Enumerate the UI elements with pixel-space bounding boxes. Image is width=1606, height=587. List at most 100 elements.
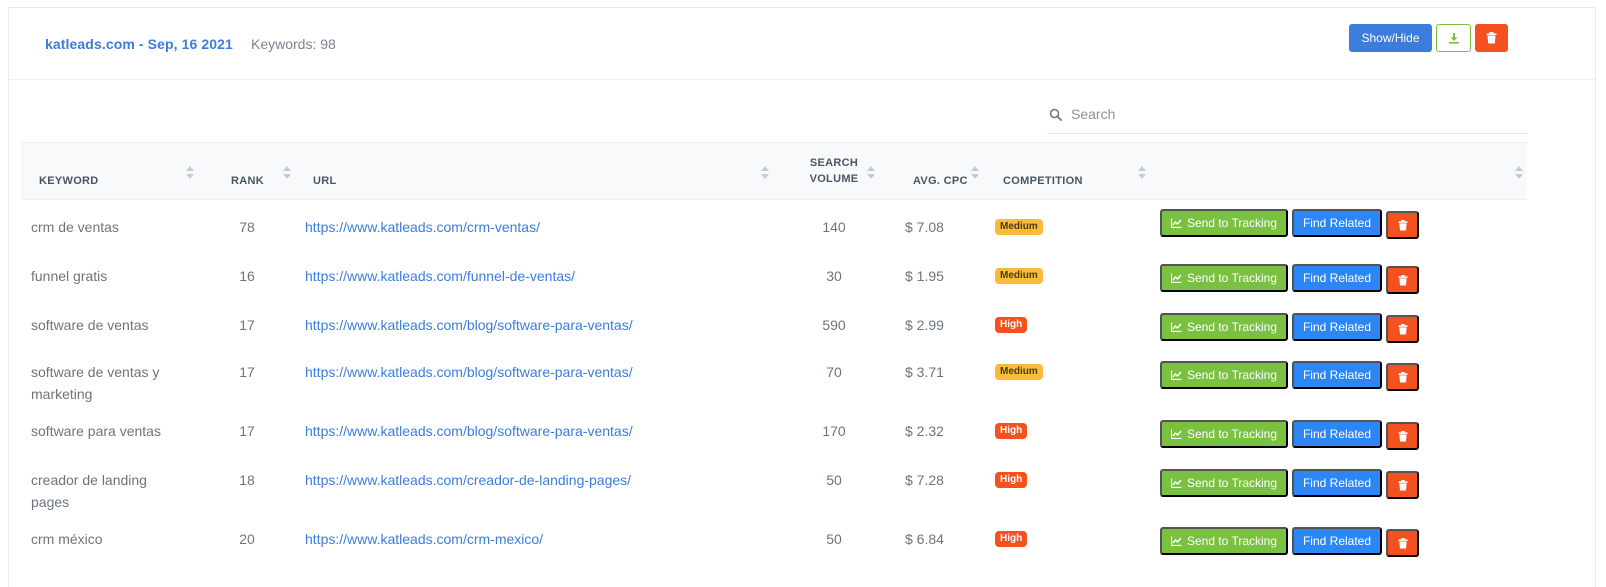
cpc-cell: $ 2.32 bbox=[905, 423, 944, 439]
download-icon bbox=[1448, 33, 1459, 44]
send-to-tracking-label: Send to Tracking bbox=[1186, 320, 1278, 334]
keyword-report-card: katleads.com - Sep, 16 2021 Keywords: 98… bbox=[8, 7, 1596, 587]
keyword-cell: crm méxico bbox=[31, 531, 103, 547]
cpc-cell: $ 7.28 bbox=[905, 472, 944, 488]
volume-cell: 170 bbox=[822, 423, 846, 439]
keyword-cell: software de ventas bbox=[31, 317, 149, 333]
sort-icon[interactable] bbox=[761, 166, 769, 180]
competition-badge: High bbox=[995, 317, 1028, 333]
chart-line-icon bbox=[1170, 478, 1182, 488]
sort-icon[interactable] bbox=[971, 166, 979, 180]
column-competition[interactable]: COMPETITION bbox=[1003, 173, 1083, 189]
column-search-volume-line2: VOLUME bbox=[809, 173, 859, 185]
send-to-tracking-button[interactable]: Send to Tracking bbox=[1160, 313, 1288, 341]
chart-line-icon bbox=[1170, 218, 1182, 228]
cpc-cell: $ 1.95 bbox=[905, 268, 944, 284]
column-keyword[interactable]: KEYWORD bbox=[39, 173, 99, 189]
find-related-button[interactable]: Find Related bbox=[1292, 361, 1382, 389]
competition-badge: Medium bbox=[995, 364, 1043, 380]
sort-icon[interactable] bbox=[283, 166, 291, 180]
volume-cell: 70 bbox=[826, 364, 842, 380]
rank-cell: 18 bbox=[239, 472, 255, 488]
trash-icon bbox=[1397, 430, 1408, 441]
competition-badge: High bbox=[995, 531, 1028, 547]
cpc-cell: $ 2.99 bbox=[905, 317, 944, 333]
rank-cell: 78 bbox=[239, 219, 255, 235]
url-link[interactable]: https://www.katleads.com/funnel-de-venta… bbox=[305, 265, 575, 287]
download-button[interactable] bbox=[1436, 24, 1471, 52]
volume-cell: 50 bbox=[826, 531, 842, 547]
chart-line-icon bbox=[1170, 273, 1182, 283]
url-link[interactable]: https://www.katleads.com/blog/software-p… bbox=[305, 420, 633, 442]
send-to-tracking-button[interactable]: Send to Tracking bbox=[1160, 361, 1288, 389]
trash-icon bbox=[1397, 323, 1408, 334]
trash-icon bbox=[1397, 537, 1408, 548]
find-related-button[interactable]: Find Related bbox=[1292, 527, 1382, 555]
volume-cell: 50 bbox=[826, 472, 842, 488]
trash-icon bbox=[1397, 274, 1408, 285]
competition-badge: Medium bbox=[995, 219, 1043, 235]
delete-keyword-button[interactable] bbox=[1386, 211, 1419, 239]
url-link[interactable]: https://www.katleads.com/blog/software-p… bbox=[305, 361, 633, 383]
rank-cell: 17 bbox=[239, 364, 255, 380]
delete-keyword-button[interactable] bbox=[1386, 422, 1419, 450]
cpc-cell: $ 3.71 bbox=[905, 364, 944, 380]
search-icon bbox=[1049, 108, 1062, 121]
column-rank[interactable]: RANK bbox=[231, 173, 264, 189]
search-input[interactable] bbox=[1071, 102, 1521, 126]
column-avg-cpc[interactable]: AVG. CPC bbox=[913, 173, 968, 189]
competition-badge: Medium bbox=[995, 268, 1043, 284]
chart-line-icon bbox=[1170, 429, 1182, 439]
find-related-button[interactable]: Find Related bbox=[1292, 209, 1382, 237]
rank-cell: 17 bbox=[239, 423, 255, 439]
send-to-tracking-button[interactable]: Send to Tracking bbox=[1160, 527, 1288, 555]
chart-line-icon bbox=[1170, 322, 1182, 332]
show-hide-button[interactable]: Show/Hide bbox=[1349, 24, 1432, 52]
send-to-tracking-button[interactable]: Send to Tracking bbox=[1160, 209, 1288, 237]
column-url[interactable]: URL bbox=[313, 173, 337, 189]
chart-line-icon bbox=[1170, 536, 1182, 546]
send-to-tracking-button[interactable]: Send to Tracking bbox=[1160, 420, 1288, 448]
url-link[interactable]: https://www.katleads.com/crm-mexico/ bbox=[305, 528, 543, 550]
url-link[interactable]: https://www.katleads.com/creador-de-land… bbox=[305, 469, 631, 491]
send-to-tracking-label: Send to Tracking bbox=[1186, 216, 1278, 230]
keyword-cell: software para ventas bbox=[31, 423, 161, 439]
delete-keyword-button[interactable] bbox=[1386, 315, 1419, 343]
cpc-cell: $ 6.84 bbox=[905, 531, 944, 547]
rank-cell: 20 bbox=[239, 531, 255, 547]
find-related-button[interactable]: Find Related bbox=[1292, 313, 1382, 341]
sort-icon[interactable] bbox=[867, 166, 875, 180]
send-to-tracking-label: Send to Tracking bbox=[1186, 368, 1278, 382]
find-related-button[interactable]: Find Related bbox=[1292, 469, 1382, 497]
keyword-cell: crm de ventas bbox=[31, 219, 119, 235]
send-to-tracking-button[interactable]: Send to Tracking bbox=[1160, 264, 1288, 292]
url-link[interactable]: https://www.katleads.com/blog/software-p… bbox=[305, 314, 633, 336]
delete-keyword-button[interactable] bbox=[1386, 471, 1419, 499]
delete-keyword-button[interactable] bbox=[1386, 266, 1419, 294]
trash-icon bbox=[1397, 479, 1408, 490]
delete-report-button[interactable] bbox=[1475, 24, 1508, 52]
volume-cell: 590 bbox=[822, 317, 846, 333]
find-related-button[interactable]: Find Related bbox=[1292, 420, 1382, 448]
column-search-volume[interactable]: SEARCH VOLUME bbox=[809, 155, 859, 187]
sort-icon[interactable] bbox=[1515, 166, 1523, 180]
send-to-tracking-label: Send to Tracking bbox=[1186, 427, 1278, 441]
send-to-tracking-button[interactable]: Send to Tracking bbox=[1160, 469, 1288, 497]
trash-icon bbox=[1486, 32, 1497, 44]
sort-icon[interactable] bbox=[1138, 166, 1146, 180]
trash-icon bbox=[1397, 219, 1408, 230]
sort-icon[interactable] bbox=[186, 166, 194, 180]
competition-badge: High bbox=[995, 423, 1028, 439]
find-related-button[interactable]: Find Related bbox=[1292, 264, 1382, 292]
delete-keyword-button[interactable] bbox=[1386, 529, 1419, 557]
send-to-tracking-label: Send to Tracking bbox=[1186, 534, 1278, 548]
table-header: KEYWORD RANK URL SEARCH VOLUME AVG. CPC … bbox=[21, 142, 1527, 200]
trash-icon bbox=[1397, 371, 1408, 382]
search-box bbox=[1047, 100, 1527, 134]
url-link[interactable]: https://www.katleads.com/crm-ventas/ bbox=[305, 216, 540, 238]
card-header: katleads.com - Sep, 16 2021 Keywords: 98… bbox=[9, 8, 1595, 80]
delete-keyword-button[interactable] bbox=[1386, 363, 1419, 391]
keyword-cell: funnel gratis bbox=[31, 268, 108, 284]
report-title: katleads.com - Sep, 16 2021 bbox=[45, 36, 233, 52]
competition-badge: High bbox=[995, 472, 1028, 488]
